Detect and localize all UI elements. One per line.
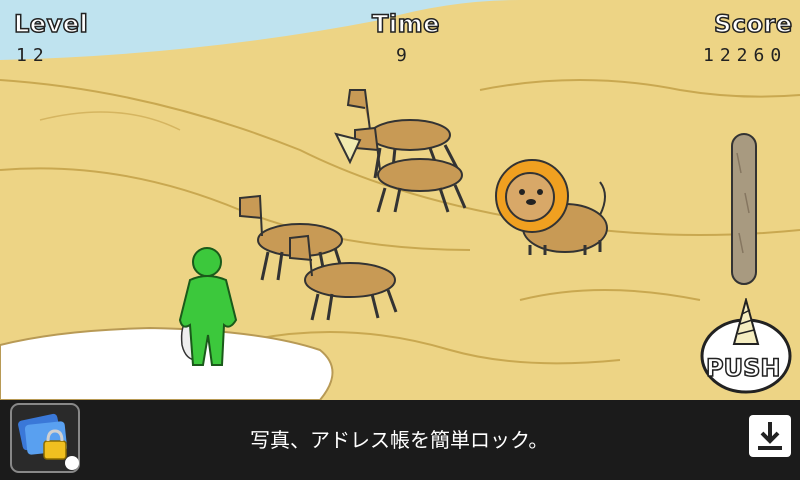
- power-gauge: [731, 133, 757, 285]
- lock-app-icon[interactable]: [10, 403, 80, 473]
- level-value: 12: [16, 45, 50, 66]
- download-icon[interactable]: [748, 414, 792, 458]
- push-label: PUSH: [705, 353, 781, 383]
- ad-text[interactable]: 写真、アドレス帳を簡単ロック。: [250, 424, 548, 453]
- time-label: Time: [371, 9, 440, 39]
- score-label: Score: [713, 9, 793, 39]
- level-label: Level: [13, 9, 89, 39]
- score-value: 12260: [703, 45, 788, 66]
- game-area[interactable]: Level 12 Time 9 Score 12260 PUSH: [0, 0, 800, 400]
- time-value: 9: [396, 45, 413, 66]
- push-button[interactable]: PUSH: [700, 298, 792, 394]
